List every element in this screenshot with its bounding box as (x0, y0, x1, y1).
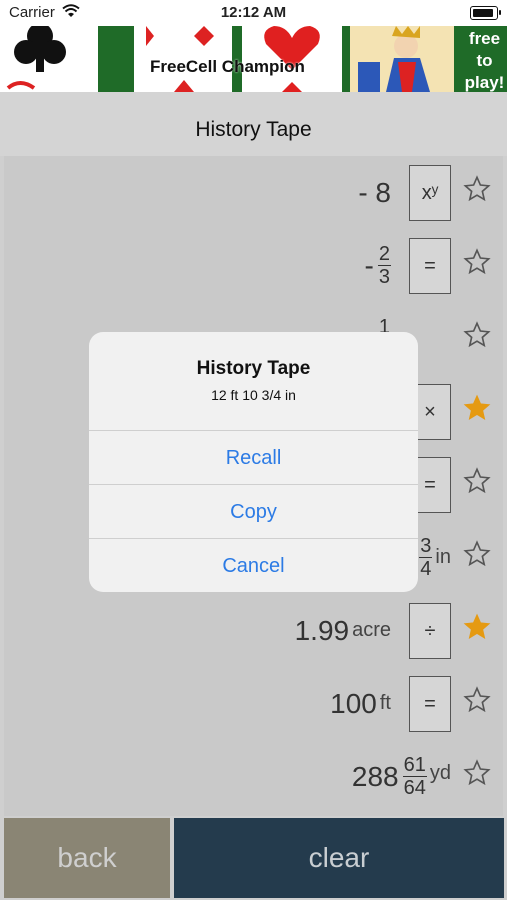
list-item[interactable]: - 8 xʸ (4, 156, 503, 229)
tape-number: 100 (330, 687, 377, 719)
ad-card-queen (350, 26, 454, 92)
fraction-denominator: 4 (420, 558, 432, 580)
star-icon[interactable] (463, 759, 491, 787)
list-item[interactable]: 288 61 64 yd (4, 740, 503, 813)
ad-cta-line: play! (464, 73, 505, 92)
tape-value: - 8 (358, 156, 391, 229)
star-filled-icon[interactable] (463, 613, 491, 641)
status-bar: Carrier 12:12 AM (0, 0, 507, 26)
star-icon[interactable] (463, 467, 491, 495)
star-icon[interactable] (463, 321, 491, 349)
queen-card-icon (350, 26, 454, 92)
tape-operator: = (409, 238, 451, 294)
tape-value: 34 in (415, 521, 451, 594)
star-icon[interactable] (463, 248, 491, 276)
ad-banner[interactable]: FreeCell Champion free to play! (0, 26, 507, 92)
alert-title: History Tape (196, 358, 311, 379)
action-alert: History Tape 12 ft 10 3/4 in Recall Copy… (89, 332, 418, 592)
status-time: 12:12 AM (220, 4, 287, 21)
tape-unit: acre (352, 619, 391, 641)
tape-value: 100 ft (330, 667, 391, 740)
tape-value: 288 61 64 yd (352, 740, 451, 813)
star-filled-icon[interactable] (463, 394, 491, 422)
tape-operator: = (409, 676, 451, 732)
ad-cta[interactable]: free to play! (462, 28, 507, 92)
tape-sign: - (364, 249, 374, 281)
star-icon[interactable] (463, 540, 491, 568)
fraction-denominator: 3 (378, 266, 390, 288)
tape-operator: ÷ (409, 603, 451, 659)
alert-message: 12 ft 10 3/4 in (211, 387, 296, 403)
list-item[interactable]: 1.99 acre ÷ (4, 594, 503, 667)
tape-number: - 8 (358, 176, 391, 208)
tape-fraction: 61 64 (402, 754, 427, 799)
clear-button[interactable]: clear (174, 818, 504, 898)
star-icon[interactable] (463, 175, 491, 203)
ad-cta-line: to (476, 51, 493, 70)
star-icon[interactable] (463, 686, 491, 714)
tape-number: 1.99 (294, 614, 350, 646)
tape-unit: yd (429, 762, 451, 784)
ad-card-clubs (0, 26, 98, 92)
tape-operator: xʸ (409, 165, 451, 221)
cancel-button[interactable]: Cancel (89, 538, 418, 592)
back-button[interactable]: back (4, 818, 170, 898)
tape-unit: in (435, 546, 451, 568)
ad-title: FreeCell Champion (150, 57, 305, 76)
fraction-denominator: 64 (403, 777, 426, 799)
page-title: History Tape (0, 92, 507, 156)
ad-cta-line: free (468, 29, 501, 48)
battery-icon (470, 6, 501, 20)
tape-fraction: 34 (419, 535, 433, 580)
tape-value: - 23 (365, 229, 391, 302)
clubs-icon (6, 26, 66, 90)
recall-button[interactable]: Recall (89, 430, 418, 485)
tape-value: 1.99 acre (295, 594, 391, 667)
list-item[interactable]: 100 ft = (4, 667, 503, 740)
tape-fraction: 23 (377, 243, 391, 288)
fraction-numerator: 3 (419, 535, 433, 558)
fraction-numerator: 2 (377, 243, 391, 266)
fraction-numerator: 61 (402, 754, 427, 777)
tape-number: 288 (351, 760, 399, 792)
tape-unit: ft (379, 692, 391, 714)
list-item[interactable]: - 23 = (4, 229, 503, 302)
copy-button[interactable]: Copy (89, 484, 418, 539)
